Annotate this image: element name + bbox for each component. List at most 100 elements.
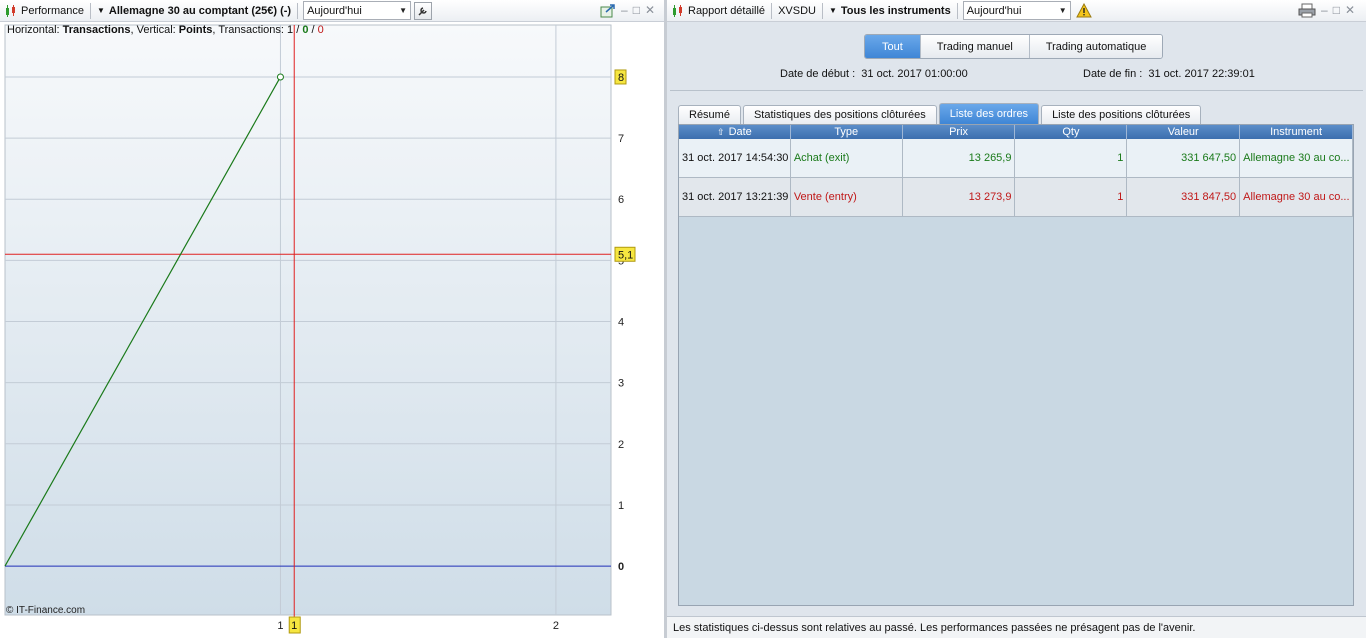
column-header-price[interactable]: Prix [903, 125, 1016, 139]
performance-chart-panel: 01234567812 85,11 Horizontal: Transactio… [0, 22, 664, 638]
last-value-marker: 8 [618, 72, 624, 84]
vertical-axis-value: Points [178, 24, 213, 36]
column-header-date[interactable]: ⇧ Date [679, 125, 791, 139]
performance-label: Performance [21, 4, 84, 17]
y-tick-label: 2 [618, 439, 624, 451]
performance-menu[interactable]: Performance [0, 0, 88, 22]
instrument-selector[interactable]: ▼ Allemagne 30 au comptant (25€) (-) [93, 0, 295, 22]
orders-table: ⇧ Date Type Prix Qty Valeur Instrument 31… [678, 124, 1354, 606]
report-toolbar: Rapport détaillé XVSDU ▼ Tous les instru… [667, 0, 1366, 22]
minimize-icon[interactable]: – [621, 3, 628, 18]
filter-auto-button[interactable]: Trading automatique [1028, 35, 1163, 58]
cell-price: 13 273,9 [903, 178, 1016, 216]
maximize-icon[interactable]: □ [633, 3, 640, 18]
end-date: Date de fin : 31 oct. 2017 22:39:01 [1083, 68, 1255, 80]
chevron-down-icon: ▼ [399, 6, 408, 15]
settings-wrench-button[interactable] [414, 1, 433, 20]
separator [297, 2, 299, 19]
chart-toolbar: Performance ▼ Allemagne 30 au comptant (… [0, 0, 664, 22]
separator-text: / [308, 24, 318, 36]
window-controls: – □ ✕ [1298, 3, 1355, 18]
account-label[interactable]: XVSDU [774, 0, 820, 22]
report-panel: Tout Trading manuel Trading automatique … [667, 22, 1366, 638]
start-date-label: Date de début : [780, 68, 856, 80]
separator [771, 2, 773, 19]
report-period-select[interactable]: Aujourd'hui ▼ [962, 1, 1071, 20]
sort-up-icon: ⇧ [717, 126, 725, 137]
warning-icon[interactable] [1075, 3, 1092, 18]
trading-filter: Tout Trading manuel Trading automatique [864, 34, 1164, 59]
disclaimer: Les statistiques ci-dessus sont relative… [667, 616, 1366, 638]
cell-qty: 1 [1015, 178, 1128, 216]
cell-date: 31 oct. 2017 13:21:39 [679, 178, 791, 216]
cell-value: 331 647,50 [1127, 139, 1241, 177]
column-header-qty[interactable]: Qty [1015, 125, 1128, 139]
report-label: Rapport détaillé [688, 4, 766, 17]
table-row[interactable]: 31 oct. 2017 14:54:30 Achat (exit) 13 26… [679, 139, 1353, 178]
column-header-instrument[interactable]: Instrument [1240, 125, 1353, 139]
separator [821, 2, 823, 19]
table-row[interactable]: 31 oct. 2017 13:21:39 Vente (entry) 13 2… [679, 178, 1353, 217]
table-header: ⇧ Date Type Prix Qty Valeur Instrument [679, 125, 1353, 139]
maximize-icon[interactable]: □ [1333, 3, 1340, 18]
x-tick-label: 1 [277, 620, 283, 632]
separator [956, 2, 958, 19]
tab-orders-list[interactable]: Liste des ordres [938, 103, 1040, 124]
start-date-value: 31 oct. 2017 01:00:00 [861, 68, 968, 80]
cell-qty: 1 [1015, 139, 1128, 177]
y-tick-label: 6 [618, 194, 624, 206]
copyright: © IT-Finance.com [6, 605, 86, 616]
y-tick-label: 0 [618, 561, 624, 573]
report-period-value: Aujourd'hui [966, 4, 1022, 17]
tab-summary[interactable]: Résumé [678, 105, 741, 124]
export-icon[interactable] [600, 3, 616, 18]
close-icon[interactable]: ✕ [1345, 3, 1355, 18]
start-date: Date de début : 31 oct. 2017 01:00:00 [780, 68, 968, 80]
cell-instrument: Allemagne 30 au co... [1240, 139, 1353, 177]
minimize-icon[interactable]: – [1321, 3, 1328, 18]
transactions-prefix: , Transactions: [212, 24, 288, 36]
filter-manual-button[interactable]: Trading manuel [919, 35, 1029, 58]
chevron-down-icon: ▼ [1058, 6, 1067, 15]
column-header-value[interactable]: Valeur [1127, 125, 1241, 139]
end-date-label: Date de fin : [1083, 68, 1143, 80]
cursor-value-marker: 5,1 [618, 249, 633, 261]
instruments-selector[interactable]: ▼ Tous les instruments [825, 0, 955, 22]
instruments-label: Tous les instruments [840, 4, 951, 17]
plot-area [4, 24, 612, 616]
caret-down-icon: ▼ [828, 6, 837, 15]
print-icon[interactable] [1298, 3, 1316, 18]
filter-all-button[interactable]: Tout [865, 35, 920, 58]
wrench-icon [418, 6, 427, 16]
instrument-label: Allemagne 30 au comptant (25€) (-) [108, 4, 292, 17]
cell-price: 13 265,9 [903, 139, 1016, 177]
horizontal-prefix: Horizontal: [7, 24, 63, 36]
divider [670, 90, 1363, 91]
vertical-prefix: , Vertical: [130, 24, 179, 36]
tab-closed-positions-list[interactable]: Liste des positions clôturées [1041, 105, 1202, 124]
y-tick-label: 4 [618, 317, 624, 329]
transactions-losing: 0 [317, 24, 324, 36]
end-date-value: 31 oct. 2017 22:39:01 [1148, 68, 1255, 80]
data-point [276, 73, 284, 81]
close-icon[interactable]: ✕ [645, 3, 655, 18]
cell-value: 331 847,50 [1127, 178, 1241, 216]
caret-down-icon: ▼ [96, 6, 105, 15]
report-menu[interactable]: Rapport détaillé [667, 0, 769, 22]
y-tick-label: 1 [618, 500, 624, 512]
cell-type: Vente (entry) [791, 178, 903, 216]
report-tabs: Résumé Statistiques des positions clôtur… [678, 103, 1202, 124]
cell-instrument: Allemagne 30 au co... [1240, 178, 1353, 216]
separator-text: / [293, 24, 303, 36]
performance-chart[interactable]: 01234567812 85,11 [0, 22, 664, 638]
tab-closed-positions-stats[interactable]: Statistiques des positions clôturées [742, 105, 937, 124]
horizontal-axis-value: Transactions [62, 24, 131, 36]
column-header-type[interactable]: Type [791, 125, 903, 139]
period-select[interactable]: Aujourd'hui ▼ [303, 1, 412, 20]
y-tick-label: 3 [618, 378, 624, 390]
cursor-x-marker: 1 [291, 620, 297, 632]
candlestick-icon [6, 4, 15, 17]
column-header-label: Date [728, 126, 752, 138]
x-tick-label: 2 [553, 620, 559, 632]
chart-info: Horizontal: Transactions, Vertical: Poin… [7, 24, 324, 36]
